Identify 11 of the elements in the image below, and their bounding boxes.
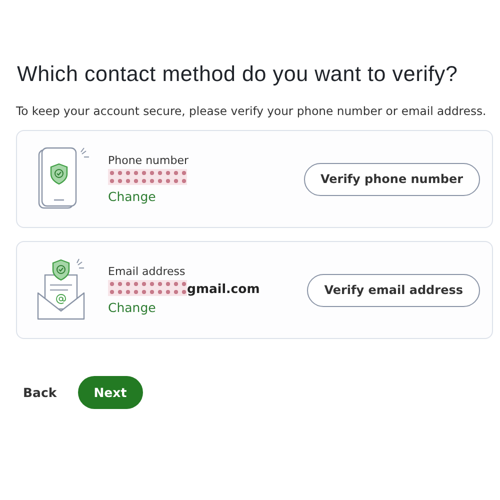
- next-button[interactable]: Next: [78, 376, 143, 409]
- intro-text: To keep your account secure, please verify your phone number or email address.: [16, 104, 488, 118]
- email-value: gmail.com: [187, 280, 260, 296]
- method-label: Phone number: [108, 154, 190, 167]
- change-link[interactable]: Change: [108, 189, 156, 204]
- page-heading: Which contact method do you want to verify?: [17, 62, 459, 87]
- verify-button[interactable]: Verify phone number: [304, 162, 480, 196]
- verify-button[interactable]: Verify email address: [307, 274, 480, 306]
- change-link[interactable]: Change: [108, 300, 156, 315]
- method-label: Email address: [108, 265, 186, 278]
- back-button[interactable]: Back: [16, 379, 64, 406]
